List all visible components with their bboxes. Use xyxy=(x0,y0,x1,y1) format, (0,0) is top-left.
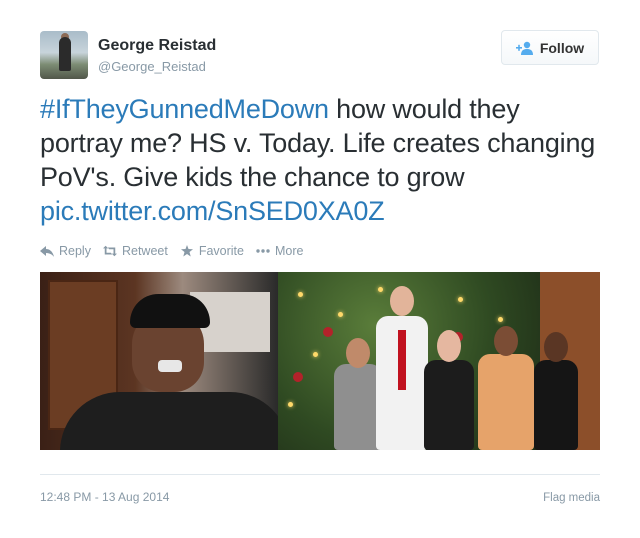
photo-person-1 xyxy=(334,338,382,450)
tweet-timestamp[interactable]: 12:48 PM - 13 Aug 2014 xyxy=(40,490,169,504)
avatar-figure xyxy=(59,37,71,71)
photo-ornament xyxy=(293,372,303,382)
photo-ornament xyxy=(323,327,333,337)
follow-button[interactable]: Follow xyxy=(501,30,599,65)
favorite-action[interactable]: Favorite xyxy=(180,244,244,258)
tweet-text: #IfTheyGunnedMeDown how would they portr… xyxy=(40,92,600,228)
add-user-icon xyxy=(515,41,533,55)
photo-person-2 xyxy=(376,286,428,450)
reply-label: Reply xyxy=(59,244,91,258)
photo-person-3 xyxy=(424,330,474,450)
retweet-label: Retweet xyxy=(121,244,168,258)
author-avatar[interactable] xyxy=(40,31,88,79)
more-dots-icon xyxy=(256,249,270,253)
favorite-label: Favorite xyxy=(198,244,244,258)
photo-person-5 xyxy=(534,332,578,450)
reply-action[interactable]: Reply xyxy=(40,244,91,258)
photo-teen-shirt xyxy=(60,392,290,450)
flag-media-link[interactable]: Flag media xyxy=(543,492,600,504)
author-handle[interactable]: @George_Reistad xyxy=(98,59,206,74)
more-label: More xyxy=(274,244,304,258)
star-icon xyxy=(180,245,193,257)
reply-icon xyxy=(40,246,54,257)
photo-teen-grill xyxy=(158,360,182,372)
photo-teen-cap xyxy=(130,294,210,328)
retweet-action[interactable]: Retweet xyxy=(102,244,168,258)
hashtag-link[interactable]: #IfTheyGunnedMeDown xyxy=(40,94,329,124)
retweet-icon xyxy=(102,245,117,257)
media-photo-left[interactable] xyxy=(40,272,290,450)
author-name[interactable]: George Reistad xyxy=(98,37,216,55)
tweet-media[interactable] xyxy=(40,272,600,450)
footer-divider xyxy=(40,474,600,475)
more-action[interactable]: More xyxy=(256,244,303,258)
follow-label: Follow xyxy=(539,39,585,56)
media-photo-right[interactable] xyxy=(278,272,600,450)
photo-person-4 xyxy=(478,326,534,450)
pic-link[interactable]: pic.twitter.com/SnSED0XA0Z xyxy=(40,196,385,226)
tweet-actions: Reply Retweet Favorite More xyxy=(40,244,315,258)
